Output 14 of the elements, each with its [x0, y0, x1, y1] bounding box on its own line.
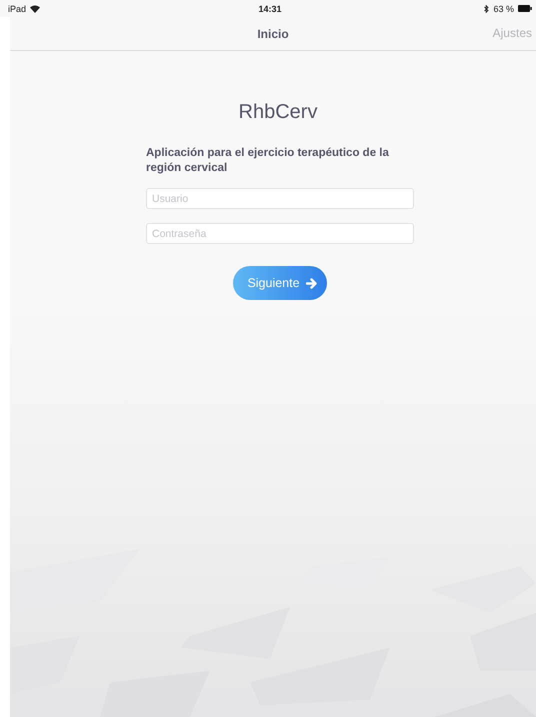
bluetooth-icon	[484, 4, 490, 12]
wifi-icon	[30, 4, 40, 12]
app-title: RhbCerv	[238, 101, 318, 124]
clock-time: 14:31	[258, 4, 282, 14]
nav-title: Inicio	[257, 26, 289, 40]
input-field[interactable]: Usuario	[146, 188, 414, 209]
battery-percent: 63 %	[493, 4, 514, 14]
arrow-right-icon	[306, 278, 317, 288]
next-button[interactable]: Siguiente	[233, 266, 327, 300]
app-description: Aplicación para el ejercicio terapéutico de la región cervical	[146, 146, 390, 176]
battery-icon	[518, 5, 532, 12]
input-field[interactable]: Contraseña	[146, 223, 414, 244]
device-name: iPad	[8, 4, 26, 14]
settings-button[interactable]: Ajustes	[492, 26, 532, 40]
